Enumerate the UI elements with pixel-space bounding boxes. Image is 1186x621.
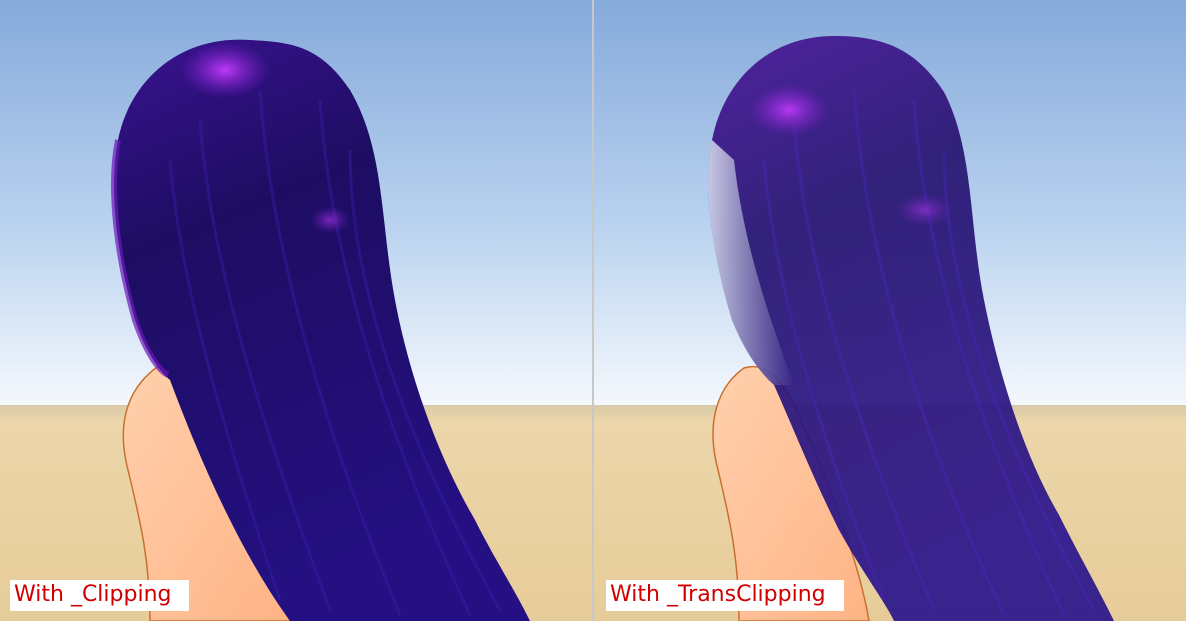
caption-clipping: With _Clipping (10, 580, 190, 611)
hair-highlight-small (310, 206, 350, 234)
hair-highlight (180, 42, 270, 98)
hair-highlight-small (896, 194, 952, 226)
panel-clipping: With _Clipping (0, 0, 592, 621)
comparison-image: With _Clipping With _TransClipping (0, 0, 1186, 621)
render-clipping (0, 0, 592, 621)
hair-highlight (749, 84, 829, 136)
caption-transclipping: With _TransClipping (606, 580, 844, 611)
panel-transclipping: With _TransClipping (594, 0, 1186, 621)
render-transclipping (594, 0, 1186, 621)
